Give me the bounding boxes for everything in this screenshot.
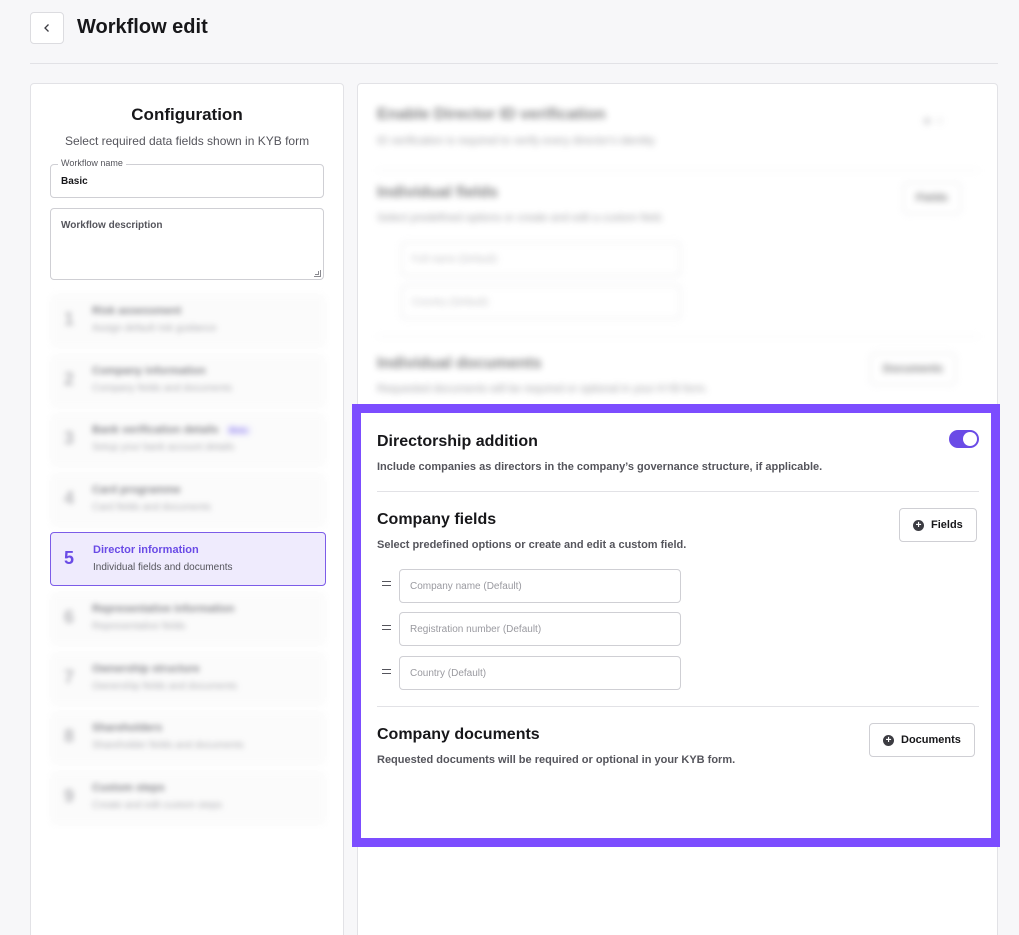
step-item-card-programme[interactable]: 4 Card programme Card fields and documen… — [50, 472, 326, 527]
add-documents-label: Documents — [901, 734, 961, 746]
configuration-subtitle: Select required data fields shown in KYB… — [64, 134, 310, 148]
company-name-placeholder: Company name (Default) — [410, 581, 522, 592]
step-title: Custom steps — [92, 781, 165, 794]
step-number: 8 — [64, 726, 75, 747]
step-title: Representative information — [92, 602, 235, 615]
step-subtitle: Create and edit custom steps — [92, 799, 223, 811]
add-documents-button[interactable]: + Documents — [869, 723, 975, 757]
steps-list: 1 Risk assessment Assign default risk gu… — [50, 294, 326, 830]
step-number: 3 — [64, 428, 75, 449]
step-subtitle: Setup your bank account details — [92, 442, 235, 454]
step-subtitle: Representative fields — [92, 620, 186, 632]
step-title-text: Bank verification details — [92, 424, 219, 437]
divider — [377, 336, 979, 337]
configuration-title: Configuration — [131, 105, 243, 124]
step-number: 5 — [64, 548, 75, 569]
step-subtitle: Company fields and documents — [92, 382, 233, 394]
step-item-risk-assessment[interactable]: 1 Risk assessment Assign default risk gu… — [50, 294, 326, 348]
page-title: Workflow edit — [77, 16, 208, 38]
step-number: 4 — [64, 487, 75, 508]
workflow-name-value: Basic — [61, 176, 88, 187]
add-fields-label: Fields — [931, 519, 963, 531]
directorship-toggle[interactable] — [949, 430, 979, 448]
plus-circle-icon: + — [913, 519, 924, 531]
individual-field-input[interactable]: Full name (Default) — [401, 242, 681, 276]
individual-documents-button[interactable]: Documents — [870, 353, 956, 385]
blurred-settings-area: Enable Director ID verification ID verif… — [358, 84, 997, 404]
header-divider — [30, 63, 998, 64]
plus-circle-icon: + — [883, 734, 894, 746]
chevron-left-icon — [44, 24, 49, 32]
id-verification-title: Enable Director ID verification — [377, 106, 606, 123]
step-item-bank-verification[interactable]: 3 Bank verification details Beta Setup yo… — [50, 413, 326, 468]
step-number: 7 — [64, 666, 75, 687]
step-number: 1 — [64, 309, 75, 329]
step-title: Risk assessment — [92, 305, 182, 317]
step-title: Card programme — [92, 483, 181, 496]
workflow-name-label: Workflow name — [58, 158, 126, 168]
step-subtitle: Individual fields and documents — [93, 562, 233, 574]
resize-grip-icon[interactable] — [314, 270, 321, 277]
beta-badge: Beta — [224, 425, 252, 437]
toggle-knob — [963, 432, 977, 446]
step-number: 2 — [64, 368, 75, 389]
step-item-custom-steps[interactable]: 9 Custom steps Create and edit custom st… — [50, 770, 326, 825]
individual-documents-title: Individual documents — [377, 355, 542, 372]
directorship-section-highlight: Directorship addition Include companies … — [352, 404, 1000, 847]
add-fields-button[interactable]: + Fields — [899, 508, 977, 542]
step-subtitle: Card fields and documents — [92, 501, 211, 513]
step-title: Ownership structure — [92, 662, 200, 675]
drag-handle-icon[interactable] — [382, 669, 391, 674]
toggle-icon[interactable]: ● ○ — [923, 112, 944, 128]
step-item-shareholders[interactable]: 8 Shareholders Shareholder fields and do… — [50, 711, 326, 766]
registration-number-placeholder: Registration number (Default) — [410, 624, 542, 635]
id-verification-subtitle: ID verification is required to verify ev… — [377, 135, 655, 147]
company-fields-title: Company fields — [377, 511, 497, 528]
workflow-description-field[interactable]: Workflow description — [50, 208, 324, 280]
directorship-title: Directorship addition — [377, 433, 538, 450]
step-subtitle: Assign default risk guidance — [92, 323, 217, 334]
individual-field-input[interactable]: Country (Default) — [401, 285, 681, 319]
company-name-field[interactable]: Company name (Default) — [399, 569, 681, 603]
directorship-subtitle: Include companies as directors in the co… — [377, 461, 823, 473]
country-placeholder: Country (Default) — [410, 668, 487, 679]
back-button[interactable] — [30, 12, 64, 44]
workflow-name-field[interactable]: Workflow name Basic — [50, 158, 324, 198]
divider — [377, 706, 979, 707]
step-title: Bank verification details Beta — [92, 424, 252, 437]
divider — [377, 170, 979, 171]
step-item-representative-information[interactable]: 6 Representative information Representat… — [50, 591, 326, 646]
drag-handle-icon[interactable] — [382, 625, 391, 630]
workflow-edit-page: Workflow edit Configuration Select requi… — [0, 0, 1019, 935]
individual-fields-button[interactable]: Fields — [903, 182, 961, 214]
step-title: Company information — [92, 364, 206, 377]
divider — [377, 491, 979, 492]
step-subtitle: Ownership fields and documents — [92, 680, 238, 692]
individual-documents-subtitle: Requested documents will be required or … — [377, 383, 708, 395]
configuration-panel: Configuration Select required data field… — [30, 83, 344, 935]
company-documents-title: Company documents — [377, 726, 540, 743]
individual-fields-title: Individual fields — [377, 184, 498, 201]
step-item-director-information[interactable]: 5 Director information Individual fields… — [50, 532, 326, 587]
step-title: Shareholders — [92, 722, 163, 735]
step-item-company-information[interactable]: 2 Company information Company fields and… — [50, 353, 326, 408]
step-number: 6 — [64, 606, 75, 627]
company-fields-subtitle: Select predefined options or create and … — [377, 539, 687, 551]
step-number: 9 — [64, 785, 75, 806]
registration-number-field[interactable]: Registration number (Default) — [399, 612, 681, 646]
step-subtitle: Shareholder fields and documents — [92, 740, 244, 752]
company-documents-subtitle: Requested documents will be required or … — [377, 754, 736, 766]
country-field[interactable]: Country (Default) — [399, 656, 681, 690]
drag-handle-icon[interactable] — [382, 581, 391, 586]
workflow-description-placeholder: Workflow description — [61, 220, 163, 231]
step-title: Director information — [93, 544, 199, 557]
individual-fields-subtitle: Select predefined options or create and … — [377, 212, 664, 224]
step-item-ownership-structure[interactable]: 7 Ownership structure Ownership fields a… — [50, 651, 326, 706]
